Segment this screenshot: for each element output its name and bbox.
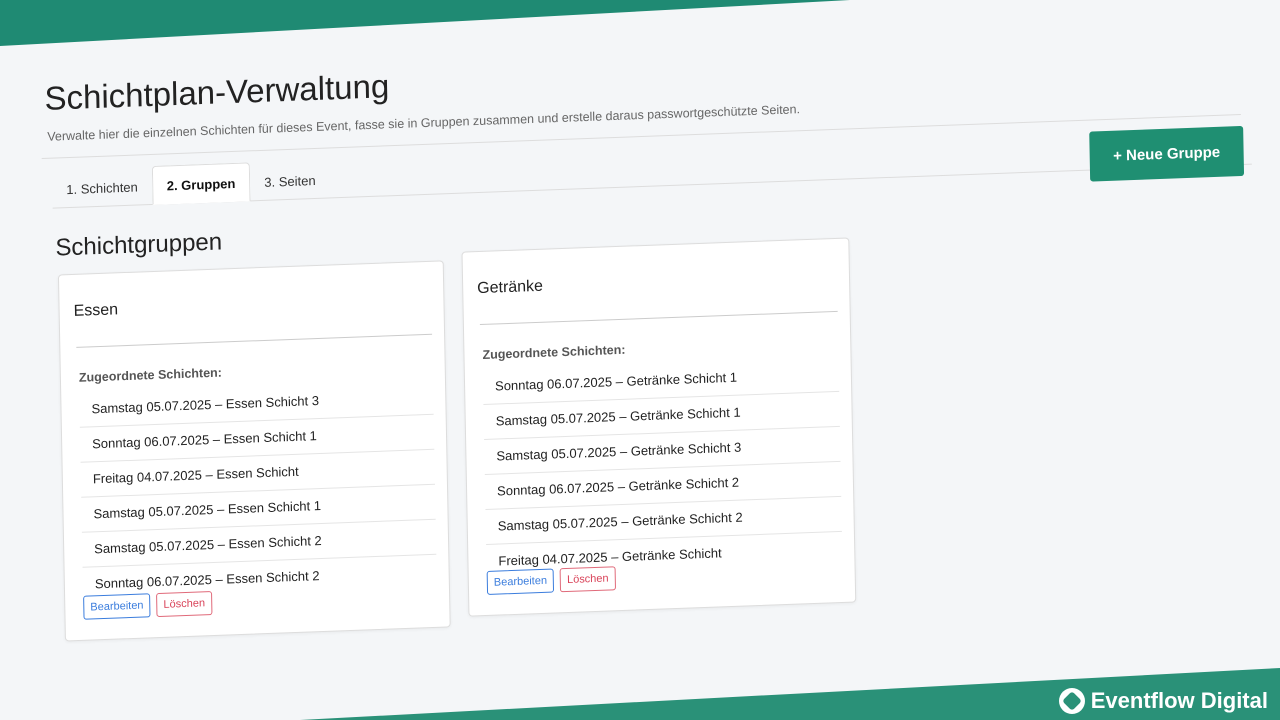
assigned-shifts-label: Zugeordnete Schichten: bbox=[78, 365, 223, 385]
group-title: Getränke bbox=[477, 277, 544, 298]
brand-logo: Eventflow Digital bbox=[1058, 688, 1268, 714]
group-card-getraenke: Getränke Zugeordnete Schichten: Sonntag … bbox=[461, 237, 857, 617]
shift-list: Samstag 05.07.2025 – Essen Schicht 3 Son… bbox=[79, 379, 437, 602]
group-title: Essen bbox=[73, 301, 119, 320]
delete-button[interactable]: Löschen bbox=[156, 591, 213, 618]
edit-button[interactable]: Bearbeiten bbox=[83, 593, 151, 620]
shift-list: Sonntag 06.07.2025 – Getränke Schicht 1 … bbox=[482, 356, 843, 579]
tab-schichten[interactable]: 1. Schichten bbox=[52, 167, 152, 208]
edit-button[interactable]: Bearbeiten bbox=[486, 568, 555, 595]
group-card-essen: Essen Zugeordnete Schichten: Samstag 05.… bbox=[57, 260, 451, 642]
section-title: Schichtgruppen bbox=[55, 228, 223, 262]
tab-gruppen[interactable]: 2. Gruppen bbox=[151, 162, 251, 205]
main-content: Schichtplan-Verwaltung Verwalte hier die… bbox=[40, 26, 1261, 660]
card-actions: Bearbeiten Löschen bbox=[83, 591, 213, 620]
tab-bar: 1. Schichten 2. Gruppen 3. Seiten bbox=[51, 125, 1252, 209]
brand-name: Eventflow Digital bbox=[1090, 688, 1268, 713]
new-group-button[interactable]: + Neue Gruppe bbox=[1089, 125, 1245, 182]
card-actions: Bearbeiten Löschen bbox=[486, 566, 616, 595]
assigned-shifts-label: Zugeordnete Schichten: bbox=[482, 342, 626, 362]
delete-button[interactable]: Löschen bbox=[559, 566, 616, 593]
card-divider bbox=[76, 333, 433, 348]
tab-seiten[interactable]: 3. Seiten bbox=[250, 160, 330, 200]
eventflow-logo-icon bbox=[1058, 688, 1085, 714]
card-divider bbox=[479, 310, 838, 326]
